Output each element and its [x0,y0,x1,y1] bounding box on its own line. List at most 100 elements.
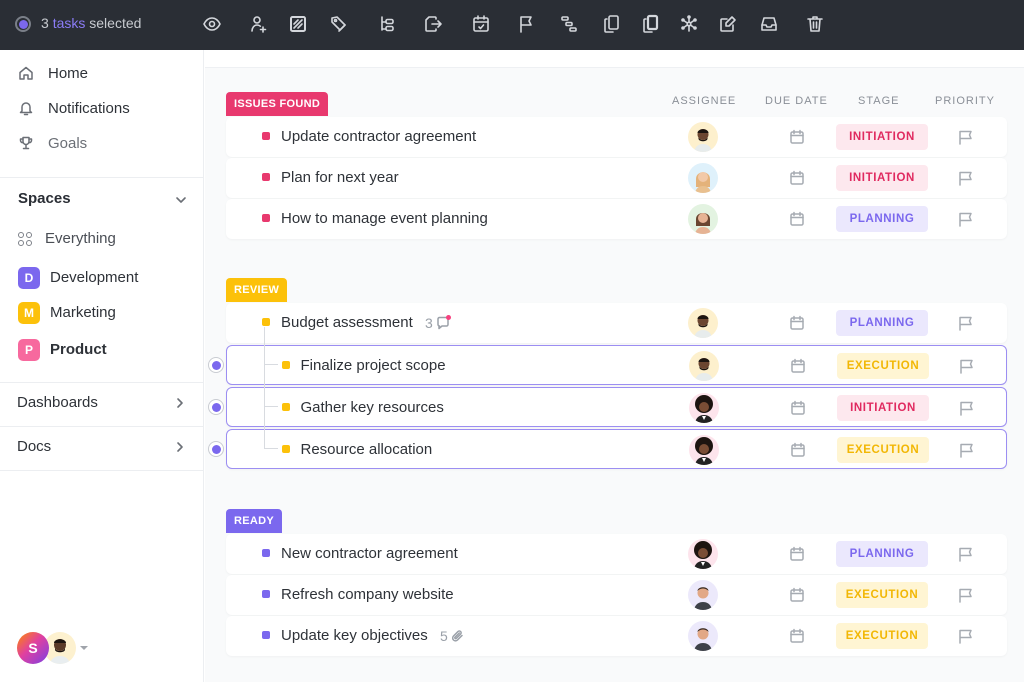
merge-icon[interactable] [639,13,661,35]
calendar-icon[interactable] [789,546,805,562]
sidebar-space-product[interactable]: P Product [0,335,204,365]
move-icon[interactable] [422,13,444,35]
calendar-icon[interactable] [789,129,805,145]
calendar-icon[interactable] [789,628,805,644]
stage-badge[interactable]: INITIATION [837,395,929,421]
task-row[interactable]: Refresh company website EXECUTION [226,575,1007,615]
task-row[interactable]: Resource allocation EXECUTION [226,429,1007,469]
attachment-count[interactable]: 5 [440,628,465,644]
subtask-tree-icon[interactable] [376,13,398,35]
sidebar-item-home[interactable]: Home [0,57,204,89]
eye-icon[interactable] [201,13,223,35]
task-name[interactable]: Update contractor agreement [281,128,476,145]
trash-icon[interactable] [804,13,826,35]
sidebar-item-docs[interactable]: Docs [0,427,204,467]
calendar-icon[interactable] [790,442,806,458]
tag-icon[interactable] [328,13,350,35]
task-name[interactable]: Finalize project scope [301,357,446,374]
calendar-icon[interactable] [790,358,806,374]
priority-flag-icon[interactable] [957,129,973,145]
column-header-assignee[interactable]: ASSIGNEE [672,95,736,107]
stage-badge[interactable]: PLANNING [836,206,928,232]
status-square-icon[interactable] [262,549,270,557]
calendar-check-icon[interactable] [470,13,492,35]
group-label-ready[interactable]: READY [226,509,283,533]
sidebar-item-notifications[interactable]: Notifications [0,92,204,124]
priority-flag-icon[interactable] [957,170,973,186]
status-square-icon[interactable] [262,214,270,222]
status-square-icon[interactable] [262,318,270,326]
calendar-icon[interactable] [789,315,805,331]
sidebar-item-dashboards[interactable]: Dashboards [0,383,204,423]
stage-badge[interactable]: PLANNING [836,310,928,336]
assignee-avatar[interactable] [688,580,718,610]
column-header-due-date[interactable]: DUE DATE [765,95,828,107]
priority-flag-icon[interactable] [957,628,973,644]
assignee-avatar[interactable] [688,539,718,569]
stage-badge[interactable]: EXECUTION [837,353,929,379]
task-name[interactable]: Budget assessment [281,314,413,331]
status-square-icon[interactable] [281,403,290,411]
row-select-checkbox[interactable] [208,441,224,457]
sidebar-item-everything[interactable]: Everything [0,224,204,254]
priority-flag-icon[interactable] [958,400,974,416]
task-row[interactable]: How to manage event planning PLANNING [226,199,1007,239]
tasks-link[interactable]: tasks [53,15,86,31]
assignee-avatar[interactable] [688,163,718,193]
column-header-stage[interactable]: STAGE [858,95,899,107]
status-square-icon[interactable] [281,361,290,369]
assignee-avatar[interactable] [688,621,718,651]
sidebar-item-goals[interactable]: Goals [0,127,204,159]
calendar-icon[interactable] [790,400,806,416]
priority-flag-icon[interactable] [957,546,973,562]
flag-icon[interactable] [515,13,537,35]
comment-count[interactable]: 3 [425,315,451,331]
stage-badge[interactable]: INITIATION [836,165,928,191]
task-row[interactable]: Finalize project scope EXECUTION [226,345,1007,385]
user-menu[interactable]: S [17,630,97,666]
status-icon[interactable] [287,13,309,35]
stage-badge[interactable]: INITIATION [836,124,928,150]
stage-badge[interactable]: EXECUTION [836,623,928,649]
chevron-down-icon[interactable] [174,193,188,207]
stage-badge[interactable]: EXECUTION [836,582,928,608]
task-name[interactable]: Resource allocation [301,441,433,458]
assign-user-icon[interactable] [248,13,270,35]
row-select-checkbox[interactable] [208,399,224,415]
priority-flag-icon[interactable] [958,358,974,374]
task-row[interactable]: New contractor agreement PLANNING [226,534,1007,574]
assignee-avatar[interactable] [688,204,718,234]
status-square-icon[interactable] [262,590,270,598]
relationship-icon[interactable] [678,13,700,35]
task-name[interactable]: How to manage event planning [281,210,488,227]
column-header-priority[interactable]: PRIORITY [935,95,995,107]
sidebar-space-development[interactable]: D Development [0,263,204,293]
workspace-avatar[interactable]: S [17,632,49,664]
priority-flag-icon[interactable] [958,442,974,458]
row-select-checkbox[interactable] [208,357,224,373]
selection-indicator[interactable] [15,16,31,32]
calendar-icon[interactable] [789,587,805,603]
copy-icon[interactable] [600,13,622,35]
task-row[interactable]: Update key objectives 5 EXECUTION [226,616,1007,656]
task-name[interactable]: Plan for next year [281,169,399,186]
assignee-avatar[interactable] [689,393,719,423]
calendar-icon[interactable] [789,211,805,227]
task-name[interactable]: Update key objectives [281,627,428,644]
dependency-icon[interactable] [558,13,580,35]
assignee-avatar[interactable] [689,351,719,381]
assignee-avatar[interactable] [688,122,718,152]
task-row[interactable]: Budget assessment 3 PLANNING [226,303,1007,343]
task-row[interactable]: Plan for next year INITIATION [226,158,1007,198]
edit-icon[interactable] [717,13,739,35]
sidebar-space-marketing[interactable]: M Marketing [0,298,204,328]
calendar-icon[interactable] [789,170,805,186]
group-label-issues-found[interactable]: ISSUES FOUND [226,92,329,116]
status-square-icon[interactable] [262,132,270,140]
status-square-icon[interactable] [281,445,290,453]
task-row[interactable]: Gather key resources INITIATION [226,387,1007,427]
stage-badge[interactable]: EXECUTION [837,437,929,463]
stage-badge[interactable]: PLANNING [836,541,928,567]
status-square-icon[interactable] [262,173,270,181]
assignee-avatar[interactable] [689,435,719,465]
